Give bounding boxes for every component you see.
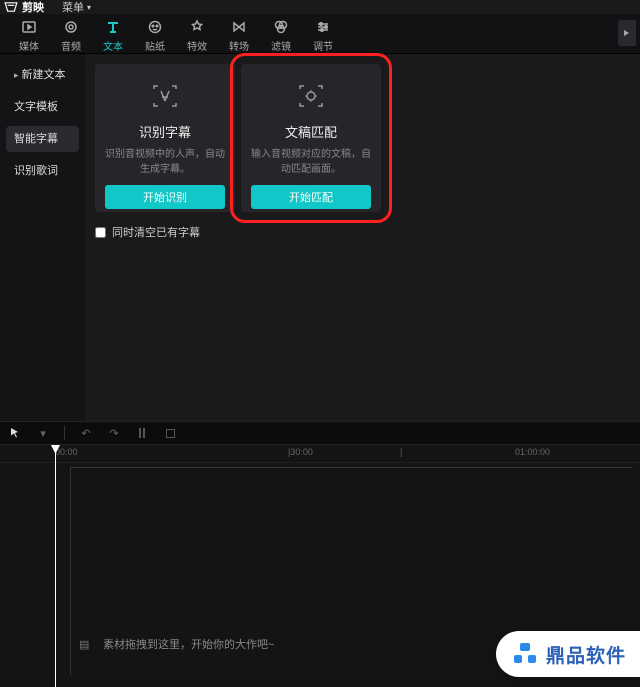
tool-effect[interactable]: 特效 — [176, 18, 218, 53]
tool-adjust[interactable]: 调节 — [302, 18, 344, 53]
app-logo — [4, 1, 20, 13]
main-panel: ▸ 新建文本 文字模板 智能字幕 识别歌词 识别字幕 识别音视频中的人声，自动生… — [0, 54, 640, 421]
arrow-icon — [622, 28, 632, 38]
chevron-down-icon[interactable]: ▾ — [36, 426, 50, 440]
card-match-script: 文稿匹配 输入音视频对应的文稿，自动匹配画面。 开始匹配 — [241, 64, 381, 212]
chevron-down-icon: ▾ — [87, 3, 91, 12]
media-icon — [8, 18, 50, 36]
pointer-tool-icon[interactable] — [8, 426, 22, 440]
card-title: 文稿匹配 — [251, 122, 371, 141]
tool-filter[interactable]: 滤镜 — [260, 18, 302, 53]
delete-icon[interactable] — [163, 426, 177, 440]
card-title: 识别字幕 — [105, 122, 225, 141]
sidebar-item-text-template[interactable]: 文字模板 — [6, 94, 79, 120]
checkbox-input[interactable] — [95, 227, 106, 238]
sidebar: ▸ 新建文本 文字模板 智能字幕 识别歌词 — [0, 54, 85, 421]
media-icon: ▤ — [79, 638, 93, 651]
tool-text[interactable]: 文本 — [92, 18, 134, 53]
start-recognize-button[interactable]: 开始识别 — [105, 185, 225, 209]
effect-icon — [176, 18, 218, 36]
split-icon[interactable] — [135, 426, 149, 440]
ruler-tick: |30:00 — [288, 447, 313, 457]
card-recognize-subtitle: 识别字幕 识别音视频中的人声，自动生成字幕。 开始识别 — [95, 64, 235, 212]
watermark-icon — [512, 641, 538, 667]
ruler-tick: | — [400, 447, 402, 457]
audio-icon — [50, 18, 92, 36]
redo-icon[interactable]: ↷ — [107, 426, 121, 440]
card-description: 识别音视频中的人声，自动生成字幕。 — [105, 147, 225, 177]
playhead[interactable] — [55, 445, 56, 687]
app-name: 剪映 — [22, 0, 44, 15]
card-description: 输入音视频对应的文稿，自动匹配画面。 — [251, 147, 371, 177]
title-bar: 剪映 菜单 ▾ — [0, 0, 640, 14]
tool-transition[interactable]: 转场 — [218, 18, 260, 53]
tool-audio[interactable]: 音频 — [50, 18, 92, 53]
timeline-toolbar: ▾ ↶ ↷ — [0, 421, 640, 445]
sidebar-item-new-text[interactable]: ▸ 新建文本 — [6, 62, 79, 88]
undo-icon[interactable]: ↶ — [79, 426, 93, 440]
tool-sticker[interactable]: 贴纸 — [134, 18, 176, 53]
ruler-tick: 00:00 — [55, 447, 78, 457]
recognize-icon — [105, 78, 225, 114]
watermark-badge: 鼎品软件 — [496, 631, 640, 677]
transition-icon — [218, 18, 260, 36]
adjust-icon — [302, 18, 344, 36]
clear-subtitles-checkbox[interactable]: 同时清空已有字幕 — [95, 224, 630, 240]
sticker-icon — [134, 18, 176, 36]
menu-button[interactable]: 菜单 ▾ — [62, 0, 91, 15]
empty-timeline-hint: ▤ 素材拖拽到这里，开始你的大作吧~ — [79, 633, 274, 655]
content-area: 识别字幕 识别音视频中的人声，自动生成字幕。 开始识别 文稿匹配 输入音视频对应… — [85, 54, 640, 421]
timeline-ruler[interactable]: 00:00 |30:00 | 01:00:00 — [0, 445, 640, 463]
start-match-button[interactable]: 开始匹配 — [251, 185, 371, 209]
chevron-right-icon: ▸ — [14, 62, 19, 88]
sidebar-item-smart-subtitle[interactable]: 智能字幕 — [6, 126, 79, 152]
sidebar-item-lyrics[interactable]: 识别歌词 — [6, 158, 79, 184]
main-toolbar: 媒体 音频 文本 贴纸 特效 转场 滤镜 调节 — [0, 14, 640, 54]
toolbar-right-button[interactable] — [618, 20, 636, 46]
text-icon — [92, 18, 134, 36]
ruler-tick: 01:00:00 — [515, 447, 550, 457]
watermark-text: 鼎品软件 — [546, 641, 626, 668]
tool-media[interactable]: 媒体 — [8, 18, 50, 53]
match-icon — [251, 78, 371, 114]
filter-icon — [260, 18, 302, 36]
